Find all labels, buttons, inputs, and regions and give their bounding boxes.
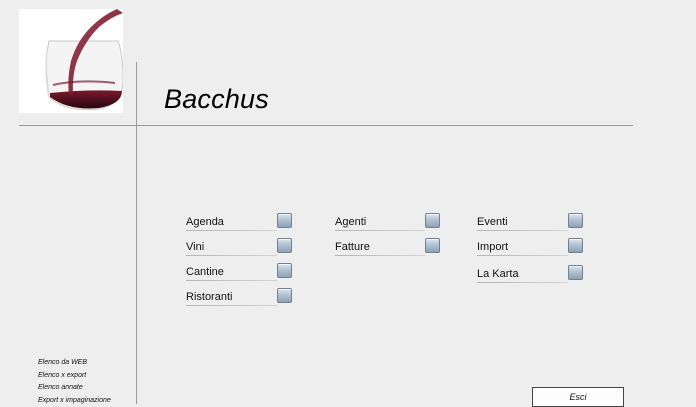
menu-underline (477, 255, 568, 256)
left-link-3[interactable]: Export x impaginazione (38, 395, 111, 407)
menu-underline (186, 230, 277, 231)
menu-underline (186, 280, 277, 281)
menu-label-ristoranti: Ristoranti (186, 291, 232, 303)
left-link-0[interactable]: Elenco da WEB (38, 357, 111, 370)
menu-underline (186, 255, 277, 256)
menu-underline (335, 230, 425, 231)
menu-item-agenda[interactable]: Agenda (186, 213, 293, 235)
menu-item-agenti[interactable]: Agenti (335, 213, 441, 235)
menu-label-eventi: Eventi (477, 216, 508, 228)
vini-button-icon[interactable] (277, 238, 292, 253)
horizontal-divider (19, 125, 633, 126)
left-link-1[interactable]: Elenco x export (38, 370, 111, 383)
menu-underline (335, 255, 425, 256)
menu-label-la-karta: La Karta (477, 268, 519, 280)
agenda-button-icon[interactable] (277, 213, 292, 228)
menu-label-agenda: Agenda (186, 216, 224, 228)
menu-label-cantine: Cantine (186, 266, 224, 278)
la-karta-button-icon[interactable] (568, 265, 583, 280)
menu-underline (186, 305, 277, 306)
menu-item-fatture[interactable]: Fatture (335, 238, 441, 260)
menu-item-import[interactable]: Import (477, 238, 584, 260)
menu-item-ristoranti[interactable]: Ristoranti (186, 288, 293, 310)
menu-item-la-karta[interactable]: La Karta (477, 265, 584, 287)
menu-item-eventi[interactable]: Eventi (477, 213, 584, 235)
agenti-button-icon[interactable] (425, 213, 440, 228)
fatture-button-icon[interactable] (425, 238, 440, 253)
menu-label-agenti: Agenti (335, 216, 366, 228)
menu-label-vini: Vini (186, 241, 204, 253)
import-button-icon[interactable] (568, 238, 583, 253)
eventi-button-icon[interactable] (568, 213, 583, 228)
menu-label-import: Import (477, 241, 508, 253)
menu-underline (477, 230, 568, 231)
left-links: Elenco da WEBElenco x exportElenco annat… (38, 357, 111, 407)
left-link-2[interactable]: Elenco annate (38, 382, 111, 395)
app-title: Bacchus (164, 84, 269, 115)
menu-underline (477, 282, 568, 283)
menu-item-vini[interactable]: Vini (186, 238, 293, 260)
cantine-button-icon[interactable] (277, 263, 292, 278)
menu-label-fatture: Fatture (335, 241, 370, 253)
vertical-divider (136, 62, 137, 404)
exit-button[interactable]: Esci (532, 387, 624, 407)
menu-item-cantine[interactable]: Cantine (186, 263, 293, 285)
ristoranti-button-icon[interactable] (277, 288, 292, 303)
wine-glass-logo-icon (19, 9, 123, 113)
